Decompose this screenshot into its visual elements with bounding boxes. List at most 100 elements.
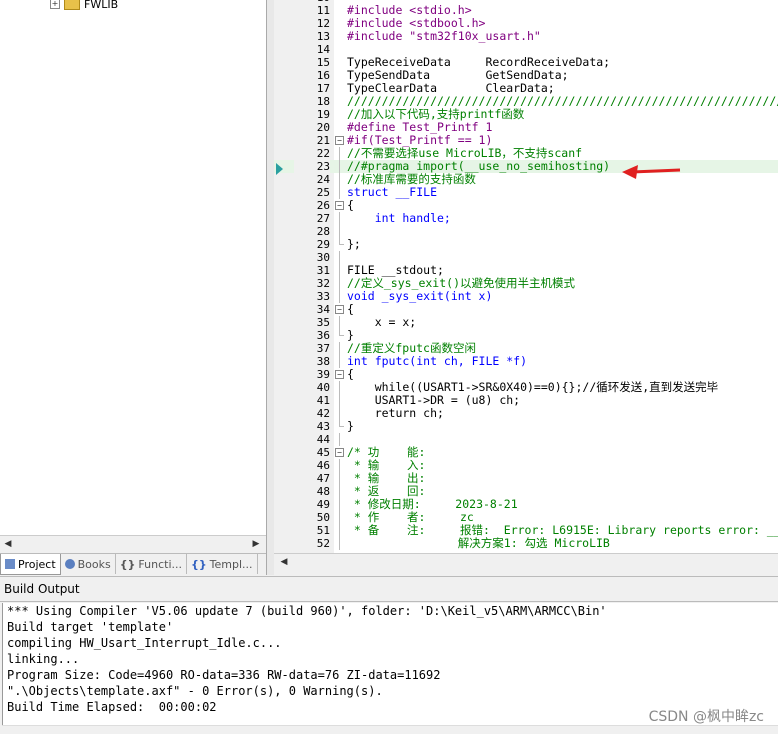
line-number: 51 <box>316 524 330 537</box>
line-number: 42 <box>316 407 330 420</box>
line-number: 18 <box>316 95 330 108</box>
fold-guide <box>339 264 340 277</box>
build-output-title: Build Output <box>4 582 80 596</box>
tab-label: Templ... <box>209 557 253 571</box>
code-text: 解决方案1: 勾选 MicroLIB <box>347 536 610 550</box>
scroll-right-icon[interactable]: ▶ <box>250 538 262 550</box>
fold-guide <box>339 316 340 329</box>
fold-guide <box>339 485 340 498</box>
fold-guide <box>339 459 340 472</box>
fold-guide <box>339 277 340 290</box>
line-number: 14 <box>316 43 330 56</box>
build-line: ".\Objects\template.axf" - 0 Error(s), 0… <box>7 684 383 698</box>
red-arrow-annotation <box>622 165 681 179</box>
line-number: 46 <box>316 459 330 472</box>
line-number: 36 <box>316 329 330 342</box>
tab-books[interactable]: Books <box>61 554 116 574</box>
fold-guide <box>339 511 340 524</box>
fold-guide <box>339 524 340 537</box>
code-line[interactable]: 52 解决方案1: 勾选 MicroLIB <box>274 537 778 550</box>
code-text: int handle; <box>347 211 451 225</box>
code-line[interactable]: 13 #include "stm32f10x_usart.h" <box>274 29 778 44</box>
project-icon <box>5 559 15 569</box>
fold-guide <box>339 355 340 368</box>
fold-guide <box>339 251 340 264</box>
project-pane: + FWLIB ◀ ▶ <box>0 0 266 552</box>
line-number: 43 <box>316 420 330 433</box>
code-line[interactable]: 27 int handle; <box>274 212 778 225</box>
code-line[interactable]: 43} <box>274 419 778 434</box>
tab-functions[interactable]: {} Functi... <box>116 554 187 574</box>
line-number: 47 <box>316 472 330 485</box>
fold-toggle-icon[interactable]: − <box>335 136 344 145</box>
build-line: *** Using Compiler 'V5.06 update 7 (buil… <box>7 604 607 618</box>
code-text: x = x; <box>347 315 417 329</box>
code-line[interactable]: 29}; <box>274 237 778 252</box>
line-number: 38 <box>316 355 330 368</box>
fold-guide <box>339 186 340 199</box>
fold-guide <box>339 433 340 446</box>
line-number: 23 <box>294 160 330 173</box>
line-number: 33 <box>316 290 330 303</box>
fold-guide <box>339 290 340 303</box>
line-number: 49 <box>316 498 330 511</box>
line-number: 50 <box>316 511 330 524</box>
line-number: 40 <box>316 381 330 394</box>
build-line: Program Size: Code=4960 RO-data=336 RW-d… <box>7 668 441 682</box>
fold-guide <box>339 498 340 511</box>
code-text: struct __FILE <box>347 185 438 199</box>
current-line-marker-icon <box>276 163 283 175</box>
editor-horizontal-scrollbar[interactable]: ◀ <box>274 553 778 576</box>
line-number: 22 <box>316 147 330 160</box>
fold-guide <box>339 537 340 550</box>
tree-item-fwlib[interactable]: + FWLIB <box>50 0 118 11</box>
fold-toggle-icon[interactable]: − <box>335 201 344 210</box>
code-text: #include "stm32f10x_usart.h" <box>347 29 541 43</box>
build-line: Build target 'template' <box>7 620 174 634</box>
tab-label: Project <box>18 557 56 571</box>
code-text: return ch; <box>347 406 444 420</box>
line-number: 45 <box>316 446 330 459</box>
line-number: 11 <box>316 4 330 17</box>
fold-toggle-icon[interactable]: − <box>335 448 344 457</box>
code-text: void _sys_exit(int x) <box>347 289 493 303</box>
code-editor[interactable]: 1011#include <stdio.h>12#include <stdboo… <box>274 0 778 553</box>
scroll-left-icon[interactable]: ◀ <box>278 556 290 568</box>
line-number: 25 <box>316 186 330 199</box>
tab-templates[interactable]: {} Templ... <box>187 554 258 574</box>
fold-end <box>339 426 344 427</box>
fold-guide <box>339 212 340 225</box>
line-number: 52 <box>316 537 330 550</box>
line-number: 44 <box>316 433 330 446</box>
fold-guide <box>339 173 340 186</box>
build-line: compiling HW_Usart_Interrupt_Idle.c... <box>7 636 282 650</box>
functions-icon: {} <box>119 557 136 571</box>
fold-guide <box>339 472 340 485</box>
line-number: 31 <box>316 264 330 277</box>
books-icon <box>64 559 75 569</box>
line-number: 48 <box>316 485 330 498</box>
fold-guide <box>339 407 340 420</box>
code-text: } <box>347 419 354 433</box>
scroll-left-icon[interactable]: ◀ <box>2 538 14 550</box>
line-number: 32 <box>316 277 330 290</box>
fold-toggle-icon[interactable]: − <box>335 305 344 314</box>
fold-guide <box>339 160 340 173</box>
line-number: 41 <box>316 394 330 407</box>
tab-label: Books <box>77 557 111 571</box>
project-horizontal-scrollbar[interactable]: ◀ ▶ <box>0 535 266 552</box>
tab-project[interactable]: Project <box>0 554 61 575</box>
fold-guide <box>339 394 340 407</box>
expand-icon[interactable]: + <box>50 0 60 9</box>
line-number: 12 <box>316 17 330 30</box>
build-line: linking... <box>7 652 80 666</box>
fold-toggle-icon[interactable]: − <box>335 370 344 379</box>
fold-guide <box>339 342 340 355</box>
code-text: }; <box>347 237 361 251</box>
tab-label: Functi... <box>138 557 182 571</box>
code-lines: 1011#include <stdio.h>12#include <stdboo… <box>274 0 778 550</box>
line-number: 21 <box>316 134 330 147</box>
line-number: 29 <box>316 238 330 251</box>
folder-icon <box>64 0 80 10</box>
build-output-header: Build Output <box>0 576 778 602</box>
